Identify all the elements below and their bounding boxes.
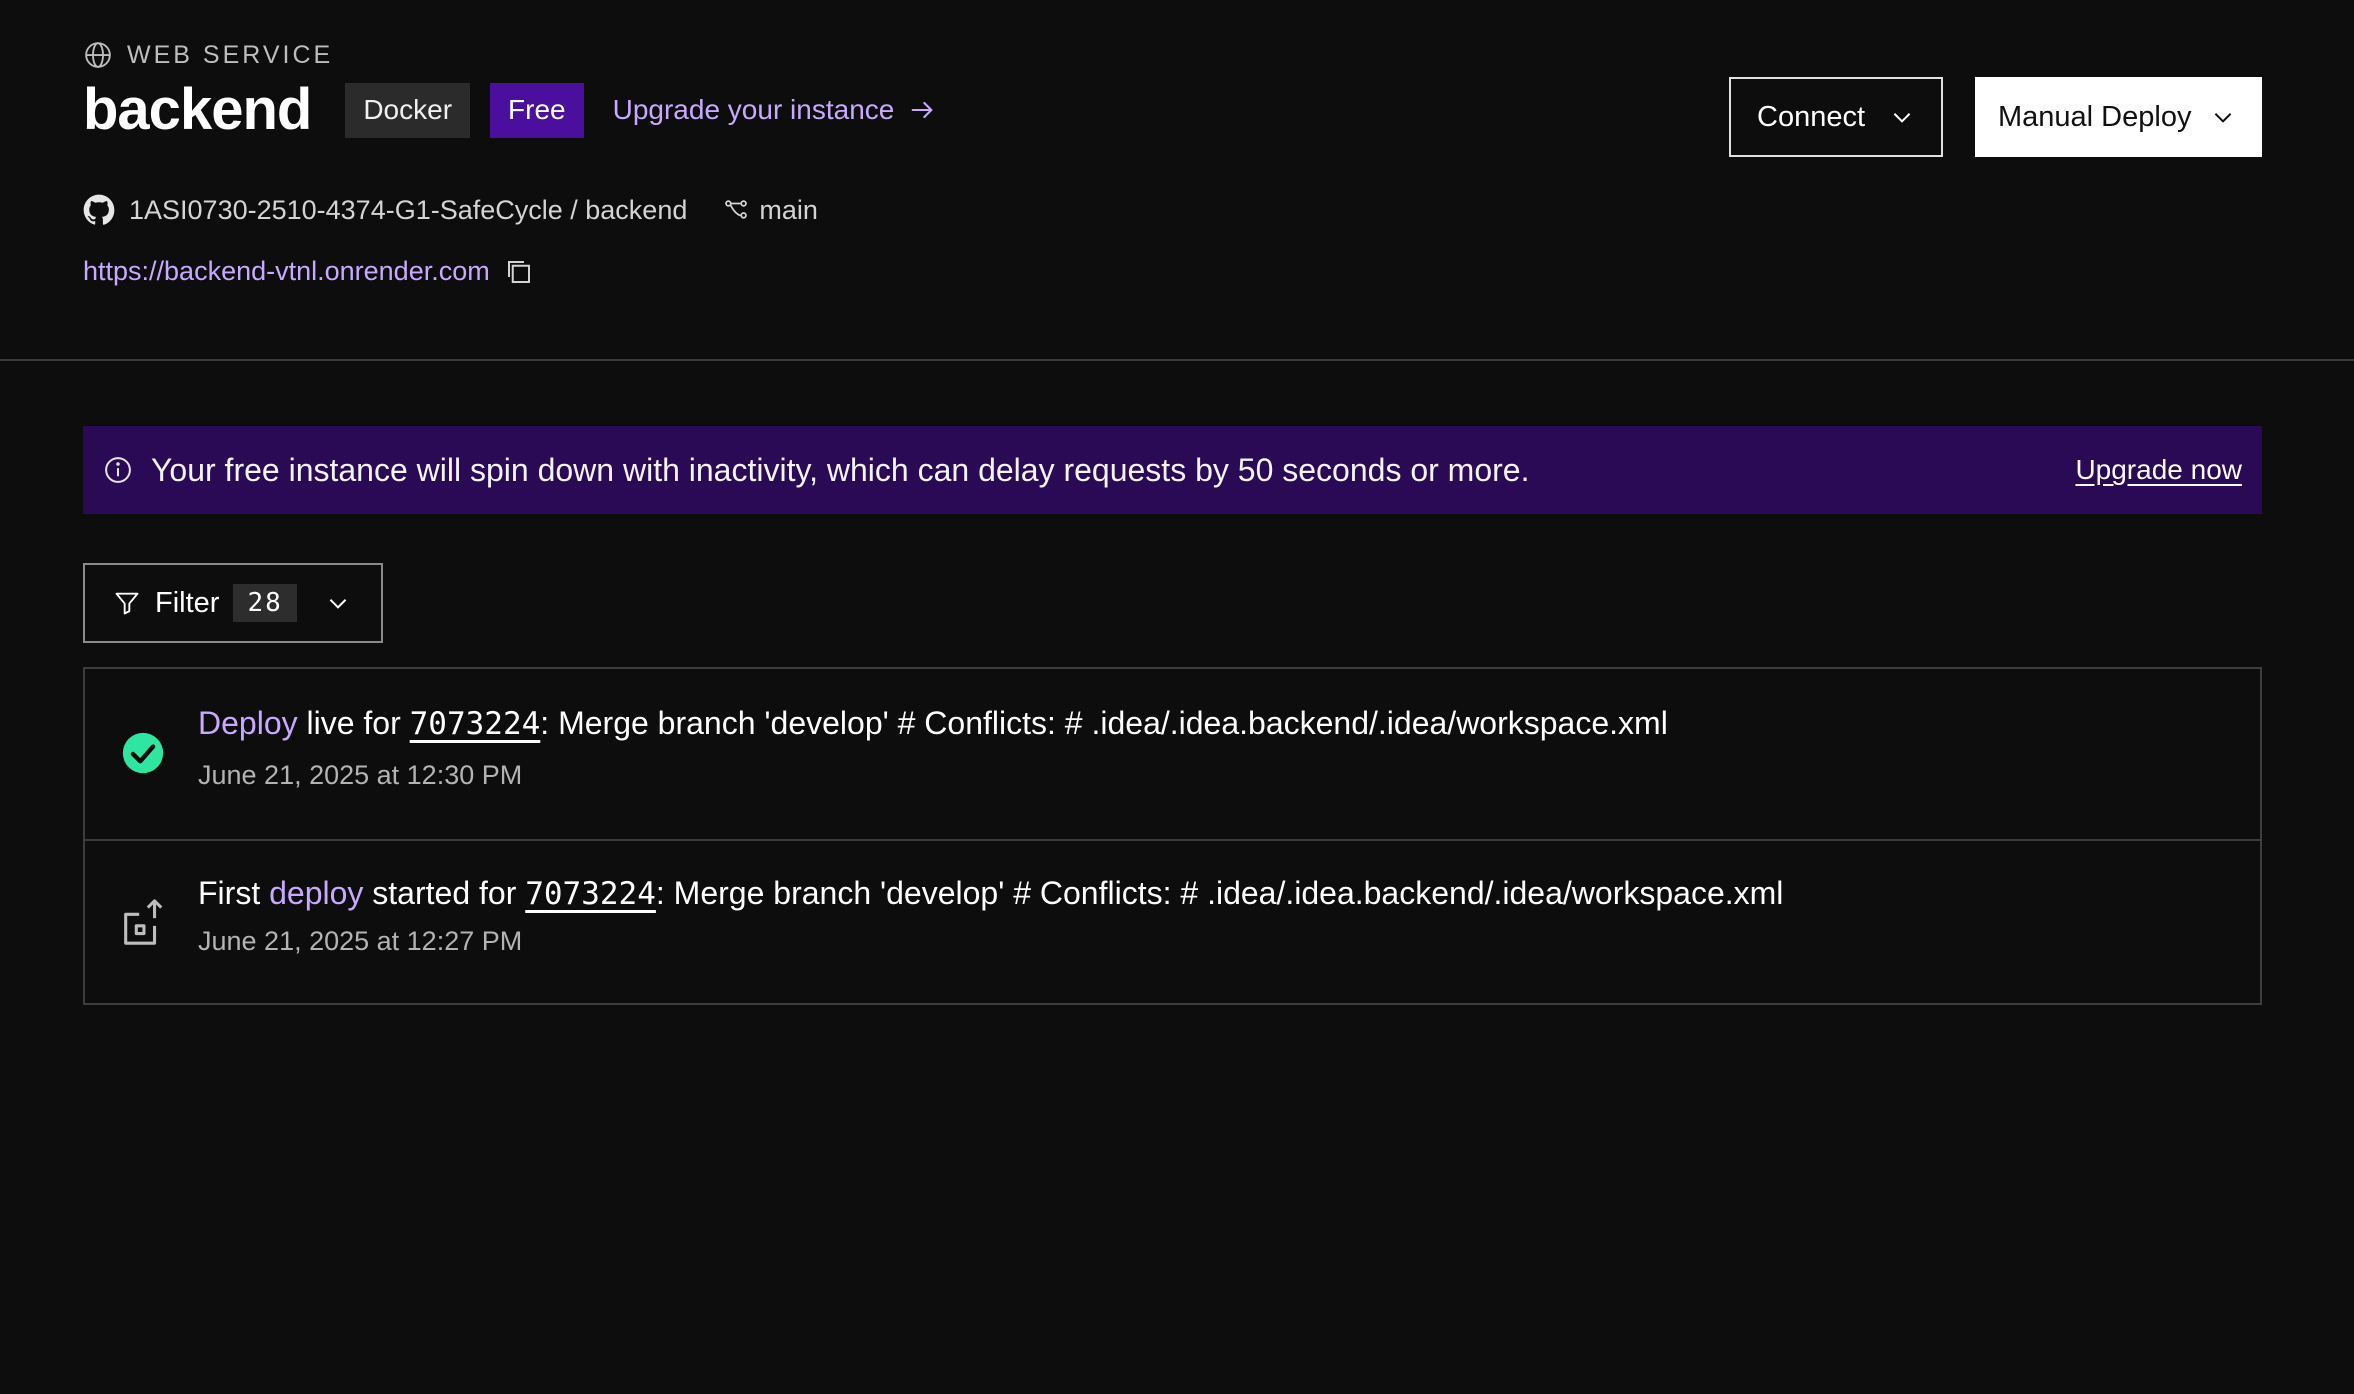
event-prefix: First <box>198 875 270 911</box>
upgrade-now-link[interactable]: Upgrade now <box>2075 454 2242 486</box>
check-circle-icon <box>122 732 164 774</box>
event-description: Deploy live for 7073224: Merge branch 'd… <box>198 669 2260 742</box>
list-item: Deploy live for 7073224: Merge branch 'd… <box>85 669 2260 839</box>
filter-label: Filter <box>155 586 220 619</box>
service-type-label: WEB SERVICE <box>83 40 333 70</box>
event-timestamp: June 21, 2025 at 12:30 PM <box>198 760 523 790</box>
plan-badge: Free <box>490 82 584 138</box>
branch: main <box>723 195 818 226</box>
events-list: Deploy live for 7073224: Merge branch 'd… <box>83 667 2262 1005</box>
deploy-started-icon <box>124 899 163 945</box>
chevron-down-icon <box>2214 113 2232 123</box>
event-middle: started for <box>363 875 526 911</box>
arrow-right-icon <box>911 101 933 119</box>
branch-name: main <box>759 194 818 225</box>
spin-down-banner: Your free instance will spin down with i… <box>83 426 2262 514</box>
deploy-link[interactable]: Deploy <box>198 705 298 741</box>
connect-label: Connect <box>1757 100 1866 133</box>
connect-button[interactable]: Connect <box>1729 77 1943 157</box>
event-timestamp: June 21, 2025 at 12:27 PM <box>198 926 523 956</box>
service-header: WEB SERVICE backend Docker Free Upgrade … <box>0 0 2354 361</box>
deploy-link[interactable]: deploy <box>269 875 363 911</box>
commit-link[interactable]: 7073224 <box>525 876 656 912</box>
title-row: backend Docker Free Upgrade your instanc… <box>83 78 936 142</box>
service-type-text: WEB SERVICE <box>127 40 334 69</box>
copy-icon[interactable] <box>504 257 534 287</box>
commit-link[interactable]: 7073224 <box>410 706 541 742</box>
page-title: backend <box>83 77 312 142</box>
git-branch-icon <box>725 200 748 219</box>
chevron-down-icon <box>1893 113 1911 123</box>
service-url-link[interactable]: https://backend-vtnl.onrender.com <box>83 256 490 287</box>
commit-message: : Merge branch 'develop' # Conflicts: # … <box>655 875 1784 911</box>
repo-row: 1ASI0730-2510-4374-G1-SafeCycle / backen… <box>83 194 818 226</box>
banner-message: Your free instance will spin down with i… <box>151 451 1530 488</box>
upgrade-instance-label: Upgrade your instance <box>612 94 895 125</box>
github-icon <box>83 194 115 225</box>
manual-deploy-label: Manual Deploy <box>1998 100 2192 133</box>
repo-link[interactable]: 1ASI0730-2510-4374-G1-SafeCycle / backen… <box>129 195 687 226</box>
info-icon <box>105 457 131 483</box>
chevron-down-icon <box>329 599 347 609</box>
event-middle: live for <box>297 705 410 741</box>
manual-deploy-button[interactable]: Manual Deploy <box>1975 77 2262 157</box>
filter-icon <box>115 592 139 615</box>
filter-button[interactable]: Filter 28 <box>83 563 383 643</box>
list-item: First deploy started for 7073224: Merge … <box>85 839 2260 1003</box>
commit-message: : Merge branch 'develop' # Conflicts: # … <box>540 705 1668 741</box>
globe-icon <box>85 42 111 68</box>
event-description: First deploy started for 7073224: Merge … <box>198 841 2260 912</box>
url-row: https://backend-vtnl.onrender.com <box>83 256 534 287</box>
filter-count-badge: 28 <box>233 584 297 622</box>
upgrade-instance-link[interactable]: Upgrade your instance <box>613 94 937 126</box>
runtime-badge: Docker <box>345 82 471 138</box>
